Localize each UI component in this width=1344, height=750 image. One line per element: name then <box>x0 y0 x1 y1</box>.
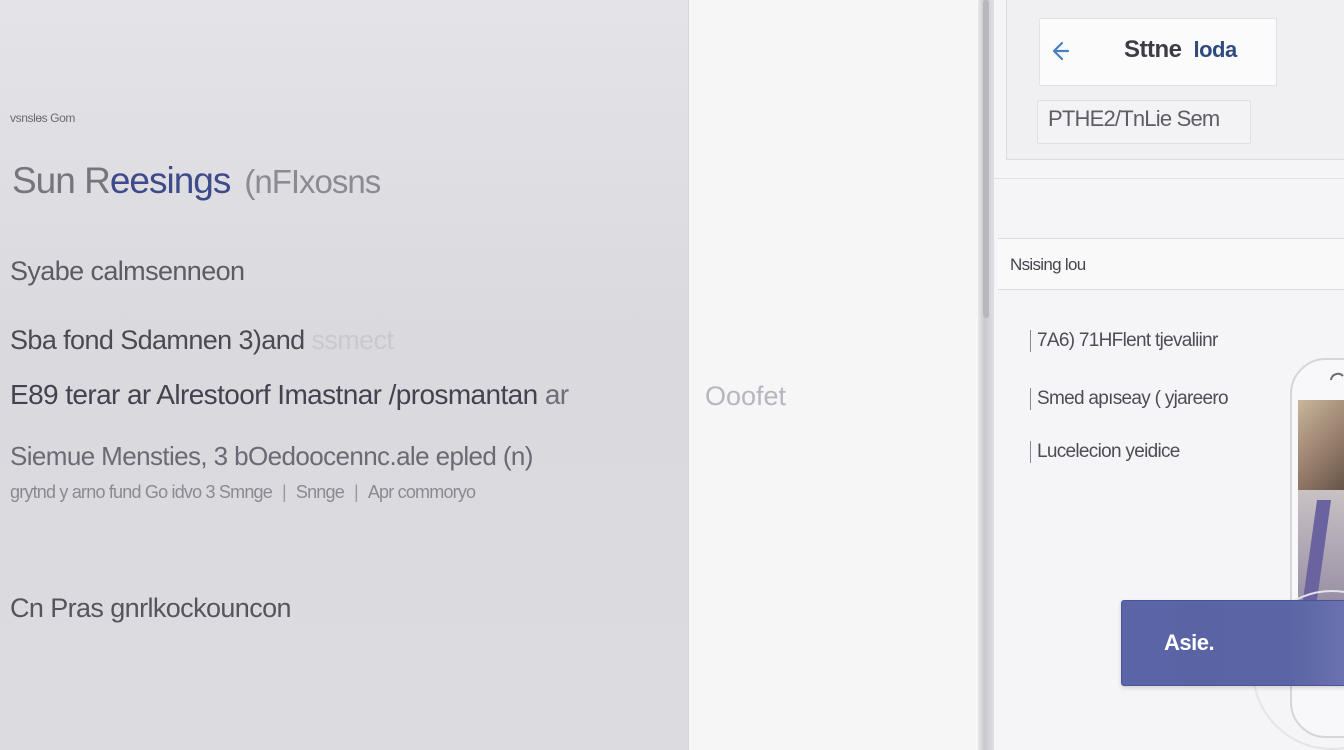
page-title-main: Sun R <box>12 160 111 201</box>
separator: | <box>281 482 287 502</box>
divider <box>994 178 1344 179</box>
body-line-3-fade: ar <box>537 379 569 410</box>
body-line-4: Siemue Mensties, 3 bOedoocennc.ale epled… <box>10 441 533 471</box>
blank-pane: Ooofet <box>688 0 978 750</box>
section-label: Nsising lou <box>1010 255 1086 274</box>
panel-title-sub: loda <box>1193 37 1238 62</box>
separator: | <box>353 482 359 502</box>
phone-screen-image <box>1298 400 1344 600</box>
body-line-3-text: E89 terar ar Alrestoorf Imastnar /prosma… <box>10 379 538 410</box>
panel-title: Sttne loda <box>1124 36 1237 64</box>
primary-action-button[interactable]: Asie. <box>1121 600 1344 686</box>
body-line-2: Sba fond Sdamnen 3)and ssmect <box>10 325 394 356</box>
body-line-3: E89 terar ar Alrestoorf Imastnar /prosma… <box>10 379 569 411</box>
scrollbar-thumb[interactable] <box>983 0 989 318</box>
nav-header: Sttne loda <box>1039 18 1277 86</box>
panel-header-card: Sttne loda PTHE2/TnLie Sem <box>1006 0 1344 160</box>
side-panel: Sttne loda PTHE2/TnLie Sem Nsising lou 7A… <box>994 0 1344 750</box>
body-line-5-a: grytnd y arno fund Go idvo 3 Smnge <box>10 482 273 502</box>
option-item[interactable]: 7A6) 71HFlent tjevaliinr <box>1030 330 1218 352</box>
body-line-2-text: Sba fond Sdamnen 3)and <box>10 325 305 355</box>
body-line-1: Syabe calmsenneon <box>10 256 245 286</box>
body-line-6: Cn Pras gnrlkockouncon <box>10 593 292 623</box>
page-title: Sun Reesings (nFIxosns <box>12 160 381 202</box>
option-item[interactable]: Lucelecion yeidice <box>1030 441 1180 463</box>
body-line-5: grytnd y arno fund Go idvo 3 Smnge | Snnge… <box>10 482 476 503</box>
app-window: vsnslɵs Gom Sun Reesings (nFIxosns Syabe … <box>0 0 1344 750</box>
kicker-label: vsnslɵs Gom <box>10 111 75 125</box>
camera-icon <box>1330 372 1344 381</box>
photo-top <box>1298 400 1344 490</box>
ghost-text: Ooofet <box>705 381 787 411</box>
body-line-5-c: Apr commoryo <box>367 482 476 502</box>
filter-chip[interactable]: PTHE2/TnLie Sem <box>1037 100 1251 144</box>
body-line-2-fade: ssmect <box>304 325 394 355</box>
document-pane: vsnslɵs Gom Sun Reesings (nFIxosns Syabe … <box>0 0 688 750</box>
arrow-left-icon[interactable] <box>1048 36 1070 66</box>
page-title-suffix: (nFIxosns <box>244 163 381 200</box>
body-line-5-b: Snnge <box>295 482 345 502</box>
page-title-accent: eesings <box>109 160 232 201</box>
option-item[interactable]: Smed apıseay ( yjareero <box>1030 388 1229 410</box>
panel-title-main: Sttne <box>1124 36 1182 63</box>
section-header: Nsising lou <box>998 238 1344 290</box>
